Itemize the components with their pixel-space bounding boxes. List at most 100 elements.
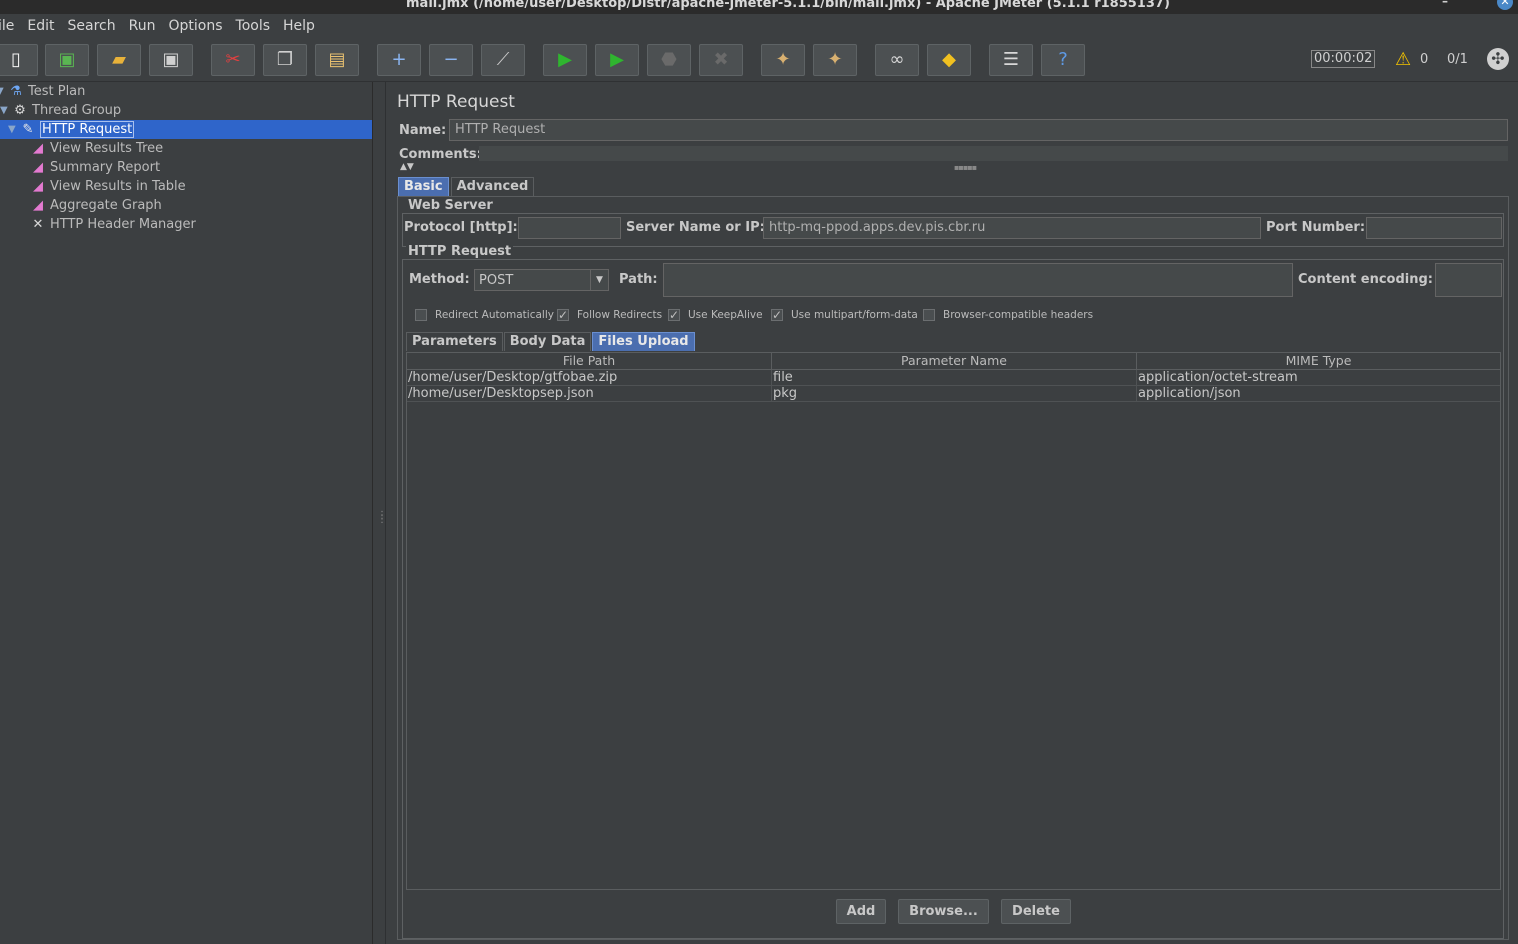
column-mime-type[interactable]: MIME Type xyxy=(1137,353,1500,370)
shutdown-icon: ✖ xyxy=(713,49,729,70)
checkbox-box[interactable] xyxy=(923,309,935,321)
cell-mime-type[interactable]: application/json xyxy=(1137,386,1500,402)
new-button[interactable]: ▯ xyxy=(0,44,38,76)
reset-search-button[interactable]: ◆ xyxy=(927,44,971,76)
port-field[interactable] xyxy=(1366,217,1502,239)
splitter[interactable]: ⋮ ⋮ xyxy=(374,82,387,944)
maximize-icon[interactable]: ˄ xyxy=(1472,0,1478,8)
resize-grip-icon[interactable]: ▪▪▪▪▪ xyxy=(954,163,977,172)
gear-icon: ⚙ xyxy=(14,102,26,118)
collapse-arrow-icon[interactable]: ▼ xyxy=(0,86,8,97)
tree-node-aggregate-graph[interactable]: ◢ Aggregate Graph xyxy=(30,196,162,214)
graph-icon: ◢ xyxy=(33,140,43,156)
use-keepalive-checkbox[interactable]: ✓ Use KeepAlive xyxy=(668,309,763,321)
method-label: Method: xyxy=(409,272,470,287)
cut-button[interactable]: ✂ xyxy=(211,44,255,76)
binoculars-icon: ∞ xyxy=(889,49,905,70)
table-row[interactable]: /home/user/Desktopsep.json pkg applicati… xyxy=(407,386,1500,402)
search-button[interactable]: ∞ xyxy=(875,44,919,76)
column-file-path[interactable]: File Path xyxy=(407,353,772,370)
menu-run[interactable]: Run xyxy=(129,18,156,34)
broom-all-icon: ✦ xyxy=(827,49,843,70)
tree-node-view-results-in-table[interactable]: ◢ View Results in Table xyxy=(30,177,186,195)
warning-icon[interactable]: ⚠ xyxy=(1395,49,1411,70)
stop-icon: ⬣ xyxy=(661,49,677,70)
comments-field[interactable] xyxy=(479,146,1508,161)
collapse-arrow-icon[interactable]: ▼ xyxy=(8,124,20,135)
cell-mime-type[interactable]: application/octet-stream xyxy=(1137,370,1500,386)
remote-icon[interactable]: ✣ xyxy=(1487,48,1509,70)
elapsed-timer: 00:00:02 xyxy=(1311,50,1376,68)
chevron-down-icon[interactable]: ▼ xyxy=(590,270,608,290)
table-row[interactable]: /home/user/Desktop/gtfobae.zip file appl… xyxy=(407,370,1500,386)
start-no-pauses-button[interactable]: ▶ xyxy=(595,44,639,76)
function-helper-button[interactable]: ☰ xyxy=(989,44,1033,76)
redirect-automatically-checkbox[interactable]: Redirect Automatically xyxy=(415,309,554,321)
tab-body-data[interactable]: Body Data xyxy=(503,332,592,351)
plus-icon: + xyxy=(391,49,407,70)
menu-file[interactable]: ile xyxy=(0,18,14,34)
pipette-icon: ✎ xyxy=(22,121,34,137)
collapse-all-button[interactable]: − xyxy=(429,44,473,76)
close-window-icon[interactable]: ✕ xyxy=(1497,0,1513,10)
browser-compatible-headers-checkbox[interactable]: Browser-compatible headers xyxy=(923,309,1093,321)
tree-node-thread-group[interactable]: ▼ ⚙ Thread Group xyxy=(0,101,121,119)
copy-button[interactable]: ❐ xyxy=(263,44,307,76)
cell-parameter-name[interactable]: pkg xyxy=(772,386,1137,402)
menu-search[interactable]: Search xyxy=(68,18,116,34)
checkmark-icon[interactable]: ✓ xyxy=(668,309,680,321)
save-button[interactable]: ▣ xyxy=(149,44,193,76)
server-field[interactable]: http-mq-ppod.apps.dev.pis.cbr.ru xyxy=(763,217,1261,239)
checkmark-icon[interactable]: ✓ xyxy=(771,309,783,321)
menu-options[interactable]: Options xyxy=(169,18,223,34)
paste-button[interactable]: ▤ xyxy=(315,44,359,76)
follow-redirects-checkbox[interactable]: ✓ Follow Redirects xyxy=(557,309,662,321)
tree-node-view-results-tree[interactable]: ◢ View Results Tree xyxy=(30,139,163,157)
path-field[interactable] xyxy=(663,263,1293,297)
toolbar: ▯ ▣ ▰ ▣ ✂ ❐ ▤ + − ⟋ ▶ ▶ ⬣ ✖ ✦ ✦ ∞ ◆ ☰ ? xyxy=(0,38,1518,82)
cell-parameter-name[interactable]: file xyxy=(772,370,1137,386)
menu-edit[interactable]: Edit xyxy=(27,18,54,34)
help-button[interactable]: ? xyxy=(1041,44,1085,76)
delete-button[interactable]: Delete xyxy=(1001,899,1071,924)
clear-all-button[interactable]: ✦ xyxy=(813,44,857,76)
copy-icon: ❐ xyxy=(276,49,294,70)
checkbox-box[interactable] xyxy=(415,309,427,321)
templates-button[interactable]: ▣ xyxy=(45,44,89,76)
toggle-button[interactable]: ⟋ xyxy=(481,44,525,76)
shutdown-button[interactable]: ✖ xyxy=(699,44,743,76)
encoding-field[interactable] xyxy=(1435,263,1502,297)
clear-button[interactable]: ✦ xyxy=(761,44,805,76)
tree-node-summary-report[interactable]: ◢ Summary Report xyxy=(30,158,160,176)
stop-button[interactable]: ⬣ xyxy=(647,44,691,76)
tree-node-test-plan[interactable]: ▼ ⚗ Test Plan xyxy=(0,82,85,100)
cell-file-path[interactable]: /home/user/Desktop/gtfobae.zip xyxy=(407,370,772,386)
menu-help[interactable]: Help xyxy=(283,18,315,34)
column-parameter-name[interactable]: Parameter Name xyxy=(772,353,1137,370)
tab-files-upload[interactable]: Files Upload xyxy=(592,332,695,351)
collapse-comments-icon[interactable]: ▲▼ xyxy=(400,162,414,172)
cell-file-path[interactable]: /home/user/Desktopsep.json xyxy=(407,386,772,402)
tree-node-http-request[interactable]: ▼ ✎ HTTP Request xyxy=(8,120,135,138)
use-multipart-checkbox[interactable]: ✓ Use multipart/form-data xyxy=(771,309,918,321)
tab-bar: Basic Advanced xyxy=(398,177,536,197)
port-label: Port Number: xyxy=(1266,220,1366,235)
browse-button[interactable]: Browse... xyxy=(898,899,989,924)
minimize-icon[interactable]: – xyxy=(1442,0,1448,8)
collapse-arrow-icon[interactable]: ▼ xyxy=(0,105,12,116)
protocol-field[interactable] xyxy=(518,217,621,239)
open-button[interactable]: ▰ xyxy=(97,44,141,76)
tab-advanced[interactable]: Advanced xyxy=(450,177,535,196)
add-button[interactable]: Add xyxy=(836,899,886,924)
menu-tools[interactable]: Tools xyxy=(236,18,271,34)
folder-icon: ▰ xyxy=(112,49,126,70)
tab-parameters[interactable]: Parameters xyxy=(406,332,503,351)
tab-basic[interactable]: Basic xyxy=(398,177,449,196)
page-title: HTTP Request xyxy=(397,92,515,112)
name-field[interactable]: HTTP Request xyxy=(449,119,1508,141)
checkmark-icon[interactable]: ✓ xyxy=(557,309,569,321)
tree-node-http-header-manager[interactable]: ✕ HTTP Header Manager xyxy=(30,215,196,233)
expand-all-button[interactable]: + xyxy=(377,44,421,76)
method-dropdown[interactable]: POST ▼ xyxy=(474,269,609,291)
start-button[interactable]: ▶ xyxy=(543,44,587,76)
